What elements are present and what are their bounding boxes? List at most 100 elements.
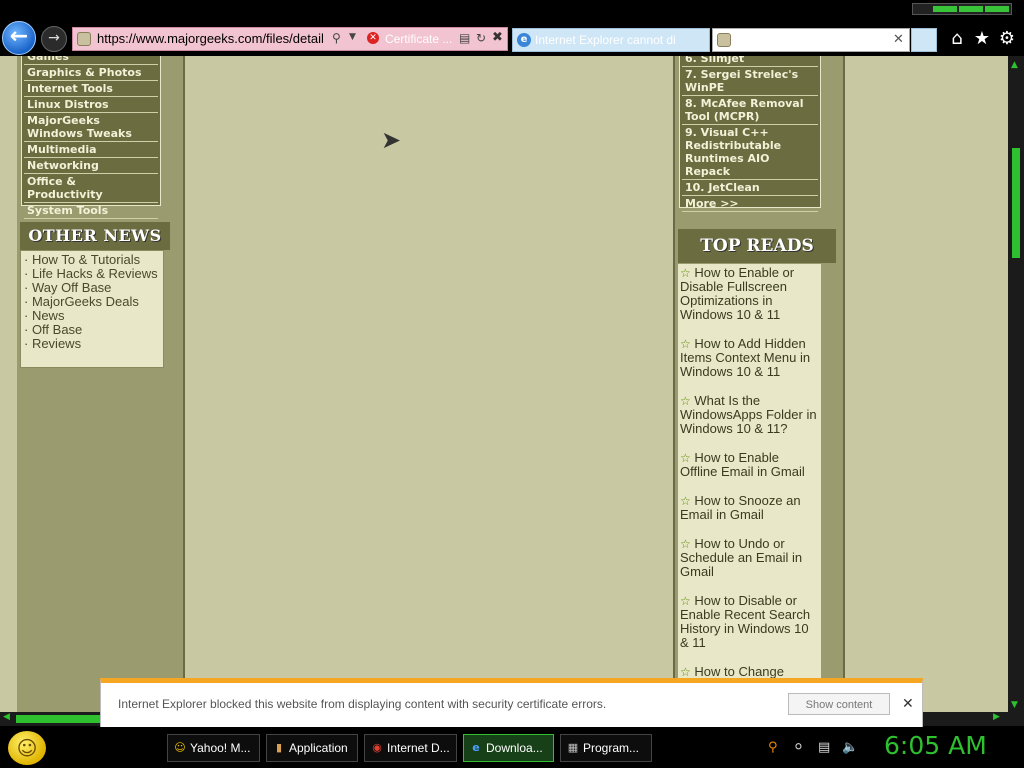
scroll-right-icon[interactable]: ▶ bbox=[993, 712, 1000, 722]
task-internet-download[interactable]: ◉ Internet D... bbox=[364, 734, 457, 762]
task-downloads[interactable]: e Downloa... bbox=[463, 734, 554, 762]
category-list: Games Graphics & Photos Internet Tools L… bbox=[21, 56, 161, 219]
news-link[interactable]: · How To & Tutorials bbox=[24, 253, 160, 267]
task-label: Application bbox=[289, 741, 348, 755]
browser-toolbar: ← → https://www.majorgeeks.com/files/det… bbox=[0, 0, 1024, 56]
top-reads-list: ☆ How to Enable or Disable Fullscreen Op… bbox=[678, 264, 821, 712]
category-link[interactable]: Office & Productivity bbox=[24, 174, 158, 203]
star-icon: ☆ bbox=[680, 494, 691, 508]
window-controls[interactable] bbox=[912, 3, 1012, 15]
news-link[interactable]: · News bbox=[24, 309, 160, 323]
close-tab-icon[interactable]: ✕ bbox=[893, 32, 904, 47]
read-title[interactable]: How to Undo or Schedule an Email in Gmai… bbox=[680, 536, 802, 579]
read-link[interactable]: ☆ How to Enable or Disable Fullscreen Op… bbox=[680, 266, 819, 322]
download-link[interactable]: 7. Sergei Strelec's WinPE bbox=[682, 67, 818, 96]
news-link[interactable]: · MajorGeeks Deals bbox=[24, 295, 160, 309]
site-favicon-icon bbox=[77, 32, 91, 46]
address-url[interactable]: https://www.majorgeeks.com/files/detail bbox=[97, 31, 327, 49]
status-icon[interactable]: ⚪ bbox=[793, 740, 804, 755]
star-icon: ☆ bbox=[680, 537, 691, 551]
start-button[interactable]: ☺ bbox=[8, 731, 46, 765]
clock[interactable]: 6:05 AM bbox=[884, 731, 987, 760]
right-sidebar: 6. Slimjet 7. Sergei Strelec's WinPE 8. … bbox=[673, 56, 845, 712]
read-title[interactable]: How to Disable or Enable Recent Search H… bbox=[680, 593, 810, 650]
horizontal-scroll-thumb[interactable] bbox=[16, 715, 102, 723]
read-title[interactable]: How to Enable Offline Email in Gmail bbox=[680, 450, 805, 479]
read-link[interactable]: ☆ How to Enable Offline Email in Gmail bbox=[680, 451, 819, 479]
category-link[interactable]: Internet Tools bbox=[24, 81, 158, 97]
search-icon[interactable]: ⚲ bbox=[768, 740, 778, 755]
tab-label: Internet Explorer cannot di bbox=[535, 33, 676, 47]
smiley-icon: ☺ bbox=[16, 736, 38, 760]
category-link[interactable]: Multimedia bbox=[24, 142, 158, 158]
task-application[interactable]: ▮ Application bbox=[266, 734, 358, 762]
back-button[interactable]: ← bbox=[2, 21, 36, 55]
chevron-down-icon[interactable]: ▼ bbox=[349, 32, 356, 42]
search-icon[interactable]: ⚲ bbox=[332, 31, 341, 45]
read-title[interactable]: What Is the WindowsApps Folder in Window… bbox=[680, 393, 817, 436]
task-programs[interactable]: ▦ Program... bbox=[560, 734, 652, 762]
vertical-scroll-thumb[interactable] bbox=[1012, 148, 1020, 258]
task-label: Internet D... bbox=[387, 741, 450, 755]
mouse-cursor-icon: ➤ bbox=[381, 126, 402, 154]
news-link[interactable]: · Life Hacks & Reviews bbox=[24, 267, 160, 281]
download-link[interactable]: 8. McAfee Removal Tool (MCPR) bbox=[682, 96, 818, 125]
left-sidebar: Games Graphics & Photos Internet Tools L… bbox=[17, 56, 185, 712]
scroll-up-icon[interactable]: ▲ bbox=[1011, 60, 1018, 70]
read-link[interactable]: ☆ How to Snooze an Email in Gmail bbox=[680, 494, 819, 522]
star-icon: ☆ bbox=[680, 665, 691, 679]
star-icon: ☆ bbox=[680, 266, 691, 280]
more-link[interactable]: More >> bbox=[682, 196, 818, 212]
read-link[interactable]: ☆ How to Disable or Enable Recent Search… bbox=[680, 594, 819, 650]
task-label: Downloa... bbox=[486, 741, 543, 755]
category-link[interactable]: Linux Distros bbox=[24, 97, 158, 113]
certificate-error-icon[interactable]: ✕ bbox=[367, 32, 379, 44]
document-icon: ▮ bbox=[275, 741, 283, 754]
download-link[interactable]: 10. JetClean bbox=[682, 180, 818, 196]
star-icon[interactable]: ★ bbox=[971, 28, 993, 50]
close-icon[interactable]: ✕ bbox=[902, 696, 914, 712]
category-link[interactable]: MajorGeeks Windows Tweaks bbox=[24, 113, 158, 142]
scroll-down-icon[interactable]: ▼ bbox=[1011, 700, 1018, 710]
certificate-error-label[interactable]: Certificate ... bbox=[385, 32, 452, 46]
category-link[interactable]: System Tools bbox=[24, 203, 158, 219]
tab-ie-cannot-display[interactable]: e Internet Explorer cannot di bbox=[512, 28, 710, 52]
address-bar[interactable]: https://www.majorgeeks.com/files/detail … bbox=[72, 27, 508, 51]
taskbar: ☺ ☺ Yahoo! M... ▮ Application ◉ Internet… bbox=[0, 727, 1024, 768]
scroll-left-icon[interactable]: ◀ bbox=[3, 712, 10, 722]
volume-icon[interactable]: 🔈 bbox=[842, 740, 858, 755]
download-link[interactable]: 6. Slimjet bbox=[682, 56, 818, 67]
news-link[interactable]: · Reviews bbox=[24, 337, 160, 351]
notification-message: Internet Explorer blocked this website f… bbox=[118, 697, 607, 711]
read-link[interactable]: ☆ What Is the WindowsApps Folder in Wind… bbox=[680, 394, 819, 436]
category-link[interactable]: Games bbox=[24, 56, 158, 65]
refresh-icon[interactable]: ↻ bbox=[476, 31, 486, 45]
read-title[interactable]: How to Snooze an Email in Gmail bbox=[680, 493, 801, 522]
read-title[interactable]: How to Enable or Disable Fullscreen Opti… bbox=[680, 265, 794, 322]
read-title[interactable]: How to Add Hidden Items Context Menu in … bbox=[680, 336, 810, 379]
arrow-left-icon: ← bbox=[9, 24, 29, 49]
home-icon[interactable]: ⌂ bbox=[946, 28, 968, 50]
news-link[interactable]: · Off Base bbox=[24, 323, 160, 337]
news-link[interactable]: · Way Off Base bbox=[24, 281, 160, 295]
category-link[interactable]: Graphics & Photos bbox=[24, 65, 158, 81]
star-icon: ☆ bbox=[680, 594, 691, 608]
vertical-scrollbar[interactable]: ▲ ▼ bbox=[1008, 56, 1024, 712]
tab-active[interactable]: ✕ bbox=[712, 28, 910, 52]
security-notification-bar: Internet Explorer blocked this website f… bbox=[100, 678, 923, 727]
show-content-button[interactable]: Show content bbox=[788, 693, 890, 715]
read-link[interactable]: ☆ How to Undo or Schedule an Email in Gm… bbox=[680, 537, 819, 579]
download-link[interactable]: 9. Visual C++ Redistributable Runtimes A… bbox=[682, 125, 818, 180]
network-icon[interactable]: ▤ bbox=[818, 740, 830, 755]
smiley-icon: ☺ bbox=[174, 741, 186, 754]
gear-icon[interactable]: ⚙ bbox=[996, 28, 1018, 50]
new-tab-button[interactable] bbox=[911, 28, 937, 52]
read-link[interactable]: ☆ How to Change bbox=[680, 664, 819, 680]
read-title[interactable]: How to Change bbox=[694, 664, 784, 679]
read-link[interactable]: ☆ How to Add Hidden Items Context Menu i… bbox=[680, 337, 819, 379]
category-link[interactable]: Networking bbox=[24, 158, 158, 174]
stop-icon[interactable]: ✖ bbox=[492, 30, 503, 45]
forward-button[interactable]: → bbox=[41, 26, 67, 52]
task-yahoo-messenger[interactable]: ☺ Yahoo! M... bbox=[167, 734, 260, 762]
compatibility-icon[interactable]: ▤ bbox=[459, 31, 470, 45]
